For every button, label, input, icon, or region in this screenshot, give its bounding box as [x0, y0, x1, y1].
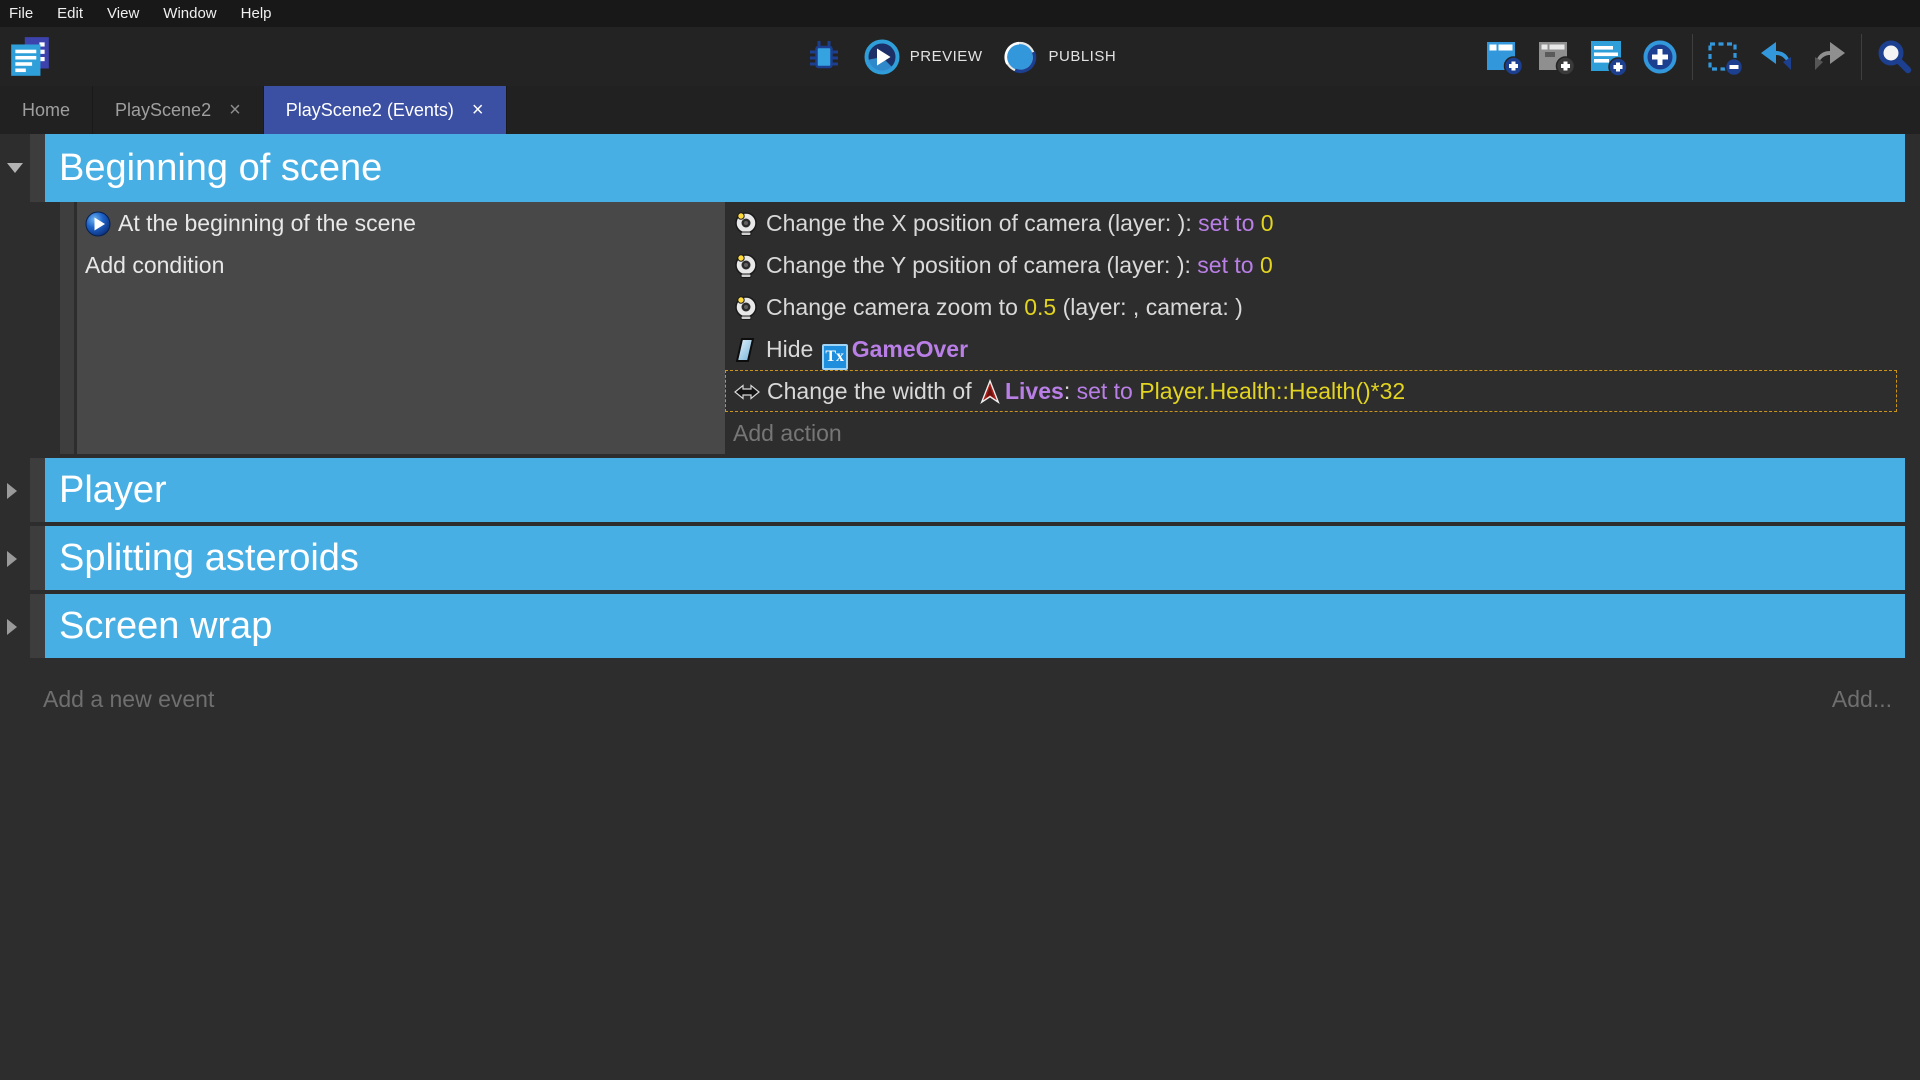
menu-bar: File Edit View Window Help — [0, 0, 1920, 27]
tab-playscene2[interactable]: PlayScene2 × — [93, 86, 264, 134]
add-event-icon — [1484, 37, 1524, 77]
publish-label: PUBLISH — [1048, 48, 1116, 65]
add-event-choice-icon — [1640, 37, 1680, 77]
footer-row: Add a new event Add... — [0, 679, 1920, 719]
menu-item-file[interactable]: File — [0, 0, 45, 27]
action-row-camera-y[interactable]: Change the Y position of camera (layer: … — [725, 244, 1905, 286]
add-new-event-button[interactable]: Add a new event — [43, 679, 214, 719]
ship-icon — [978, 379, 1002, 405]
publish-button[interactable]: PUBLISH — [1000, 35, 1116, 79]
action-row-change-width-selected[interactable]: Change the width of Lives: set to Player… — [725, 370, 1897, 412]
tab-bar: Home PlayScene2 × PlayScene2 (Events) × — [0, 86, 1920, 134]
toolbar-separator — [1861, 34, 1862, 80]
tab-home[interactable]: Home — [0, 86, 93, 134]
search-button[interactable] — [1874, 37, 1914, 77]
events-sheet: Beginning of scene At the beginning of t… — [0, 134, 1920, 1080]
event-drag-handle[interactable] — [30, 594, 45, 658]
gdevelop-window: File Edit View Window Help — [0, 0, 1920, 1080]
add-more-button[interactable]: Add... — [1832, 679, 1892, 719]
menu-item-edit[interactable]: Edit — [45, 0, 95, 27]
redo-icon — [1809, 37, 1849, 77]
add-comment-button[interactable] — [1588, 37, 1628, 77]
remove-event-button[interactable] — [1705, 37, 1745, 77]
collapse-caret-icon[interactable] — [7, 163, 23, 173]
group-header-splitting-asteroids[interactable]: Splitting asteroids — [45, 526, 1905, 590]
event-group-screen-wrap: Screen wrap — [0, 594, 1920, 658]
group-title: Beginning of scene — [59, 147, 382, 190]
event-content: At the beginning of the scene Add condit… — [0, 202, 1920, 454]
close-icon[interactable]: × — [472, 100, 484, 120]
add-action-button[interactable]: Add action — [725, 412, 1905, 454]
tab-label: Home — [22, 100, 70, 121]
debug-button[interactable] — [804, 35, 844, 79]
add-comment-icon — [1588, 37, 1628, 77]
camera-icon — [733, 211, 759, 237]
debug-icon — [804, 37, 844, 77]
menu-item-help[interactable]: Help — [229, 0, 284, 27]
menu-item-view[interactable]: View — [95, 0, 151, 27]
width-arrow-icon — [734, 379, 760, 405]
visibility-icon — [733, 337, 759, 363]
tab-playscene2-events[interactable]: PlayScene2 (Events) × — [264, 86, 507, 134]
toolbar-separator — [1692, 34, 1693, 80]
search-icon — [1874, 37, 1914, 77]
close-icon[interactable]: × — [229, 100, 241, 120]
add-event-button[interactable] — [1484, 37, 1524, 77]
undo-icon — [1757, 37, 1797, 77]
add-condition-button[interactable]: Add condition — [77, 244, 725, 286]
group-header-screen-wrap[interactable]: Screen wrap — [45, 594, 1905, 658]
add-event-choice-button[interactable] — [1640, 37, 1680, 77]
event-group-beginning-of-scene: Beginning of scene — [0, 134, 1920, 202]
add-subevent-icon — [1536, 37, 1576, 77]
toolbar-right — [1484, 27, 1914, 86]
expand-caret-icon[interactable] — [7, 551, 17, 567]
tab-label: PlayScene2 (Events) — [286, 100, 454, 121]
condition-text: At the beginning of the scene — [118, 210, 416, 236]
redo-button[interactable] — [1809, 37, 1849, 77]
tab-label: PlayScene2 — [115, 100, 211, 121]
group-title: Splitting asteroids — [59, 537, 359, 580]
actions-column: Change the X position of camera (layer: … — [725, 202, 1905, 454]
group-header-beginning-of-scene[interactable]: Beginning of scene — [45, 134, 1905, 202]
remove-event-icon — [1705, 37, 1745, 77]
condition-row[interactable]: At the beginning of the scene — [77, 202, 725, 244]
undo-button[interactable] — [1757, 37, 1797, 77]
expand-caret-icon[interactable] — [7, 483, 17, 499]
event-indent-strip — [60, 202, 74, 454]
globe-icon — [1000, 37, 1040, 77]
action-row-camera-zoom[interactable]: Change camera zoom to 0.5 (layer: , came… — [725, 286, 1905, 328]
group-title: Player — [59, 469, 167, 512]
expand-caret-icon[interactable] — [7, 619, 17, 635]
action-row-hide-gameover[interactable]: Hide TxGameOver — [725, 328, 1905, 370]
preview-label: PREVIEW — [910, 48, 983, 65]
menu-item-window[interactable]: Window — [151, 0, 228, 27]
event-group-player: Player — [0, 458, 1920, 522]
group-title: Screen wrap — [59, 605, 272, 648]
conditions-column: At the beginning of the scene Add condit… — [77, 202, 725, 454]
event-group-splitting-asteroids: Splitting asteroids — [0, 526, 1920, 590]
event-drag-handle[interactable] — [30, 458, 45, 522]
preview-button[interactable]: PREVIEW — [862, 35, 983, 79]
event-drag-handle[interactable] — [30, 134, 45, 202]
main-toolbar: PREVIEW PUBLISH — [0, 27, 1920, 86]
group-header-player[interactable]: Player — [45, 458, 1905, 522]
play-sphere-icon — [85, 211, 111, 237]
camera-icon — [733, 295, 759, 321]
play-icon — [862, 37, 902, 77]
add-subevent-button[interactable] — [1536, 37, 1576, 77]
camera-icon — [733, 253, 759, 279]
event-drag-handle[interactable] — [30, 526, 45, 590]
text-object-icon: Tx — [822, 344, 848, 370]
action-row-camera-x[interactable]: Change the X position of camera (layer: … — [725, 202, 1905, 244]
